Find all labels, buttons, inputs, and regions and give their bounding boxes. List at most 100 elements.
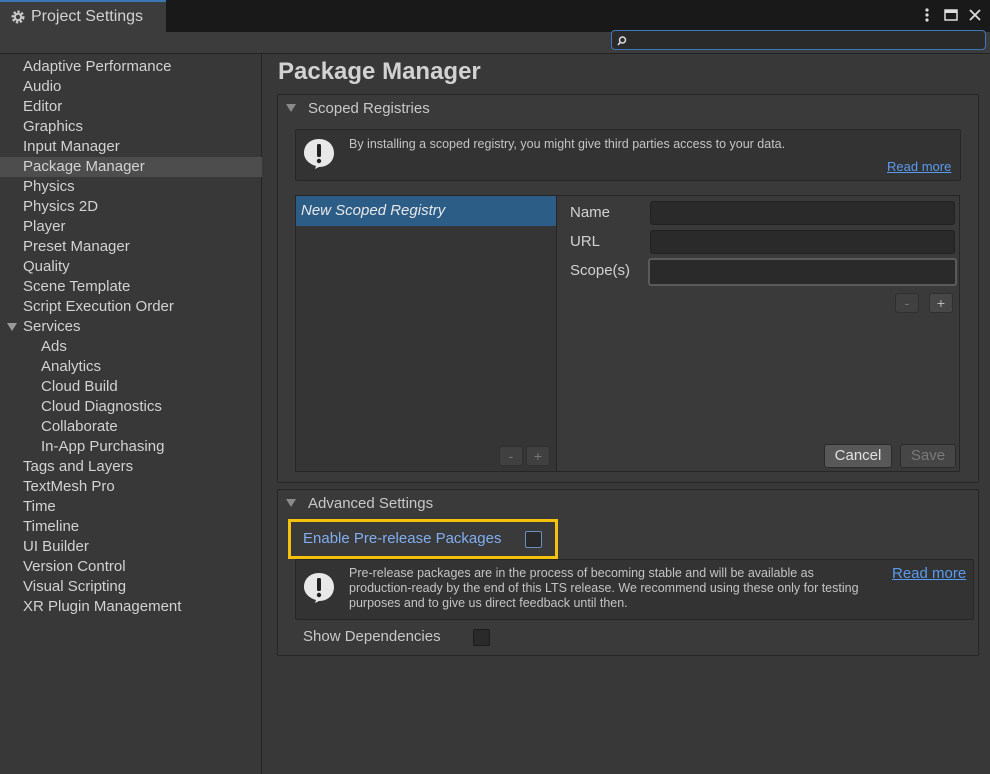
sidebar-item-label: TextMesh Pro bbox=[23, 478, 115, 495]
sidebar-item-cloud-build[interactable]: Cloud Build bbox=[0, 377, 262, 397]
sidebar-item-label: XR Plugin Management bbox=[23, 598, 182, 615]
sidebar-item-ui-builder[interactable]: UI Builder bbox=[0, 537, 262, 557]
foldout-arrow-icon bbox=[286, 499, 296, 507]
registry-list: New Scoped Registry - + bbox=[295, 195, 557, 472]
sidebar-item-label: Cloud Diagnostics bbox=[41, 398, 162, 415]
more-options-icon[interactable] bbox=[918, 6, 936, 24]
project-settings-tab[interactable]: Project Settings bbox=[0, 0, 166, 32]
sidebar-item-label: Physics bbox=[23, 178, 75, 195]
sidebar-item-tags-and-layers[interactable]: Tags and Layers bbox=[0, 457, 262, 477]
sidebar-item-label: Package Manager bbox=[23, 158, 145, 175]
sidebar-item-label: Physics 2D bbox=[23, 198, 99, 215]
sidebar-item-label: Time bbox=[23, 498, 56, 515]
sidebar-item-label: Version Control bbox=[23, 558, 126, 575]
save-button[interactable]: Save bbox=[900, 444, 956, 468]
sidebar-item-label: Adaptive Performance bbox=[23, 58, 172, 75]
warning-icon bbox=[303, 138, 335, 170]
url-label: URL bbox=[570, 233, 601, 250]
warning-icon bbox=[303, 572, 335, 604]
sidebar-item-label: Player bbox=[23, 218, 66, 235]
tab-title: Project Settings bbox=[31, 8, 144, 25]
sidebar-item-scene-template[interactable]: Scene Template bbox=[0, 277, 262, 297]
remove-scope-button[interactable]: - bbox=[895, 293, 919, 313]
sidebar-item-label: Editor bbox=[23, 98, 63, 115]
sidebar-item-audio[interactable]: Audio bbox=[0, 77, 262, 97]
registry-details: Name URL Scope(s) - + Cancel Save bbox=[557, 195, 960, 472]
title-bar: Project Settings bbox=[0, 0, 990, 32]
sidebar-item-visual-scripting[interactable]: Visual Scripting bbox=[0, 577, 262, 597]
close-icon[interactable] bbox=[966, 6, 984, 24]
maximize-icon[interactable] bbox=[942, 6, 960, 24]
sidebar-item-editor[interactable]: Editor bbox=[0, 97, 262, 117]
page-title: Package Manager bbox=[278, 58, 481, 85]
gear-icon bbox=[10, 9, 26, 25]
sidebar-item-analytics[interactable]: Analytics bbox=[0, 357, 262, 377]
sidebar-item-preset-manager[interactable]: Preset Manager bbox=[0, 237, 262, 257]
sidebar-item-time[interactable]: Time bbox=[0, 497, 262, 517]
sidebar-item-ads[interactable]: Ads bbox=[0, 337, 262, 357]
list-item[interactable]: New Scoped Registry bbox=[296, 196, 556, 226]
prerelease-info-text: Pre-release packages are in the process … bbox=[349, 566, 859, 610]
sidebar-item-collaborate[interactable]: Collaborate bbox=[0, 417, 262, 437]
sidebar-item-cloud-diagnostics[interactable]: Cloud Diagnostics bbox=[0, 397, 262, 417]
sidebar-item-script-execution-order[interactable]: Script Execution Order bbox=[0, 297, 262, 317]
sidebar-item-services[interactable]: Services bbox=[0, 317, 262, 337]
add-registry-button[interactable]: + bbox=[526, 446, 550, 466]
warning-text: By installing a scoped registry, you mig… bbox=[349, 137, 786, 151]
foldout-arrow-icon[interactable] bbox=[7, 323, 17, 331]
url-field[interactable] bbox=[650, 230, 955, 254]
sidebar-item-label: Audio bbox=[23, 78, 62, 95]
foldout-arrow-icon bbox=[286, 104, 296, 112]
name-field[interactable] bbox=[650, 201, 955, 225]
sidebar-item-adaptive-performance[interactable]: Adaptive Performance bbox=[0, 57, 262, 77]
sidebar: Adaptive Performance Audio Editor Graphics I… bbox=[0, 54, 262, 774]
sidebar-item-physics[interactable]: Physics bbox=[0, 177, 262, 197]
sidebar-item-timeline[interactable]: Timeline bbox=[0, 517, 262, 537]
sidebar-item-graphics[interactable]: Graphics bbox=[0, 117, 262, 137]
read-more-link[interactable]: Read more bbox=[887, 159, 951, 174]
sidebar-item-label: Tags and Layers bbox=[23, 458, 134, 475]
show-dependencies-label[interactable]: Show Dependencies bbox=[303, 628, 441, 645]
sidebar-item-physics-2d[interactable]: Physics 2D bbox=[0, 197, 262, 217]
scoped-registries-section: Scoped Registries By installing a scoped… bbox=[277, 94, 979, 483]
sidebar-item-label: Analytics bbox=[41, 358, 102, 375]
sidebar-item-label: Collaborate bbox=[41, 418, 118, 435]
search-input[interactable] bbox=[628, 32, 978, 48]
remove-registry-button[interactable]: - bbox=[499, 446, 523, 466]
sidebar-item-label: Visual Scripting bbox=[23, 578, 127, 595]
scopes-field[interactable] bbox=[648, 258, 957, 286]
scopes-label: Scope(s) bbox=[570, 262, 631, 279]
add-scope-button[interactable]: + bbox=[929, 293, 953, 313]
sidebar-item-label: Cloud Build bbox=[41, 378, 118, 395]
sidebar-item-label: Ads bbox=[41, 338, 67, 355]
search-icon bbox=[616, 34, 628, 46]
prerelease-info: Pre-release packages are in the process … bbox=[295, 559, 974, 620]
sidebar-item-label: In-App Purchasing bbox=[41, 438, 165, 455]
sidebar-item-label: Preset Manager bbox=[23, 238, 130, 255]
sidebar-item-player[interactable]: Player bbox=[0, 217, 262, 237]
sidebar-item-label: Input Manager bbox=[23, 138, 120, 155]
sidebar-item-input-manager[interactable]: Input Manager bbox=[0, 137, 262, 157]
sidebar-item-label: UI Builder bbox=[23, 538, 89, 555]
search-field[interactable] bbox=[611, 30, 986, 50]
sidebar-item-version-control[interactable]: Version Control bbox=[0, 557, 262, 577]
sidebar-item-package-manager[interactable]: Package Manager bbox=[0, 157, 262, 177]
sidebar-item-quality[interactable]: Quality bbox=[0, 257, 262, 277]
cancel-button[interactable]: Cancel bbox=[824, 444, 892, 468]
window-controls bbox=[918, 4, 984, 26]
sidebar-item-label: Quality bbox=[23, 258, 70, 275]
sidebar-item-xr-plugin-management[interactable]: XR Plugin Management bbox=[0, 597, 262, 617]
show-dependencies-checkbox[interactable] bbox=[473, 629, 490, 646]
advanced-settings-header[interactable]: Advanced Settings bbox=[278, 490, 978, 516]
scoped-registry-warning: By installing a scoped registry, you mig… bbox=[295, 129, 961, 181]
sidebar-item-label: Graphics bbox=[23, 118, 84, 135]
read-more-link[interactable]: Read more bbox=[892, 565, 966, 582]
name-label: Name bbox=[570, 204, 611, 221]
sidebar-item-label: Scene Template bbox=[23, 278, 131, 295]
advanced-settings-section: Advanced Settings Enable Pre-release Pac… bbox=[277, 489, 979, 656]
sidebar-item-label: Services bbox=[23, 318, 81, 335]
scoped-registries-header[interactable]: Scoped Registries bbox=[278, 95, 978, 121]
sidebar-item-in-app-purchasing[interactable]: In-App Purchasing bbox=[0, 437, 262, 457]
highlight-box bbox=[288, 519, 558, 559]
sidebar-item-textmesh-pro[interactable]: TextMesh Pro bbox=[0, 477, 262, 497]
